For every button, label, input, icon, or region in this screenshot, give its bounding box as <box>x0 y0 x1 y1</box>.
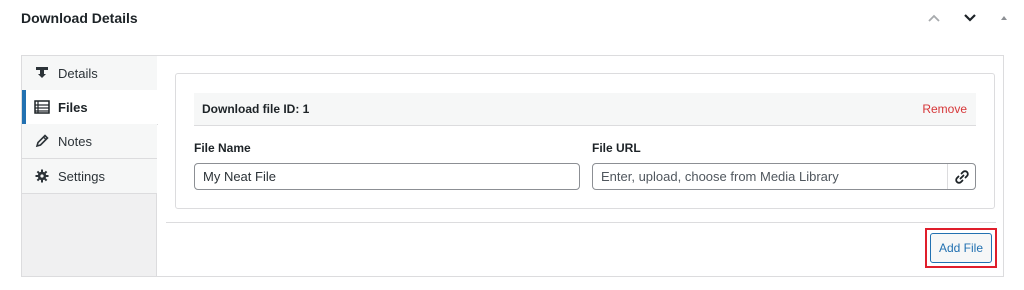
footer-divider <box>166 222 996 223</box>
download-details-panel: Details Files Notes Settings Download fi… <box>21 55 1004 277</box>
remove-file-link[interactable]: Remove <box>922 102 967 116</box>
file-id-heading: Download file ID: 1 <box>202 102 310 116</box>
list-icon <box>34 99 50 115</box>
file-url-label: File URL <box>592 141 641 155</box>
gear-icon <box>34 168 50 184</box>
add-file-button[interactable]: Add File <box>930 233 992 263</box>
download-icon <box>34 65 50 81</box>
chevron-down-icon <box>964 14 976 22</box>
metabox-title: Download Details <box>21 10 138 26</box>
file-card-header: Download file ID: 1 Remove <box>194 93 976 126</box>
tab-details[interactable]: Details <box>22 56 157 91</box>
file-card: Download file ID: 1 Remove File Name Fil… <box>175 73 995 209</box>
tab-details-label: Details <box>58 65 98 81</box>
triangle-up-icon <box>1001 16 1007 20</box>
tab-settings-label: Settings <box>58 168 105 184</box>
file-url-input[interactable] <box>593 164 945 189</box>
chevron-up-icon <box>928 14 940 22</box>
file-url-field <box>592 163 976 190</box>
move-up-button[interactable] <box>924 8 944 28</box>
tab-notes-label: Notes <box>58 133 92 149</box>
tab-notes[interactable]: Notes <box>22 124 157 159</box>
file-name-input[interactable] <box>194 163 580 190</box>
tab-files[interactable]: Files <box>22 90 158 125</box>
pencil-icon <box>34 133 50 149</box>
move-down-button[interactable] <box>960 8 980 28</box>
file-name-label: File Name <box>194 141 251 155</box>
tab-settings[interactable]: Settings <box>22 159 157 194</box>
metabox-header: Download Details <box>0 0 1024 36</box>
toggle-panel-button[interactable] <box>994 8 1014 28</box>
tabs-sidebar: Details Files Notes Settings <box>22 56 158 276</box>
media-library-button[interactable] <box>947 164 975 189</box>
tab-files-label: Files <box>58 99 88 115</box>
link-icon <box>954 169 969 184</box>
files-content: Download file ID: 1 Remove File Name Fil… <box>158 56 1003 276</box>
